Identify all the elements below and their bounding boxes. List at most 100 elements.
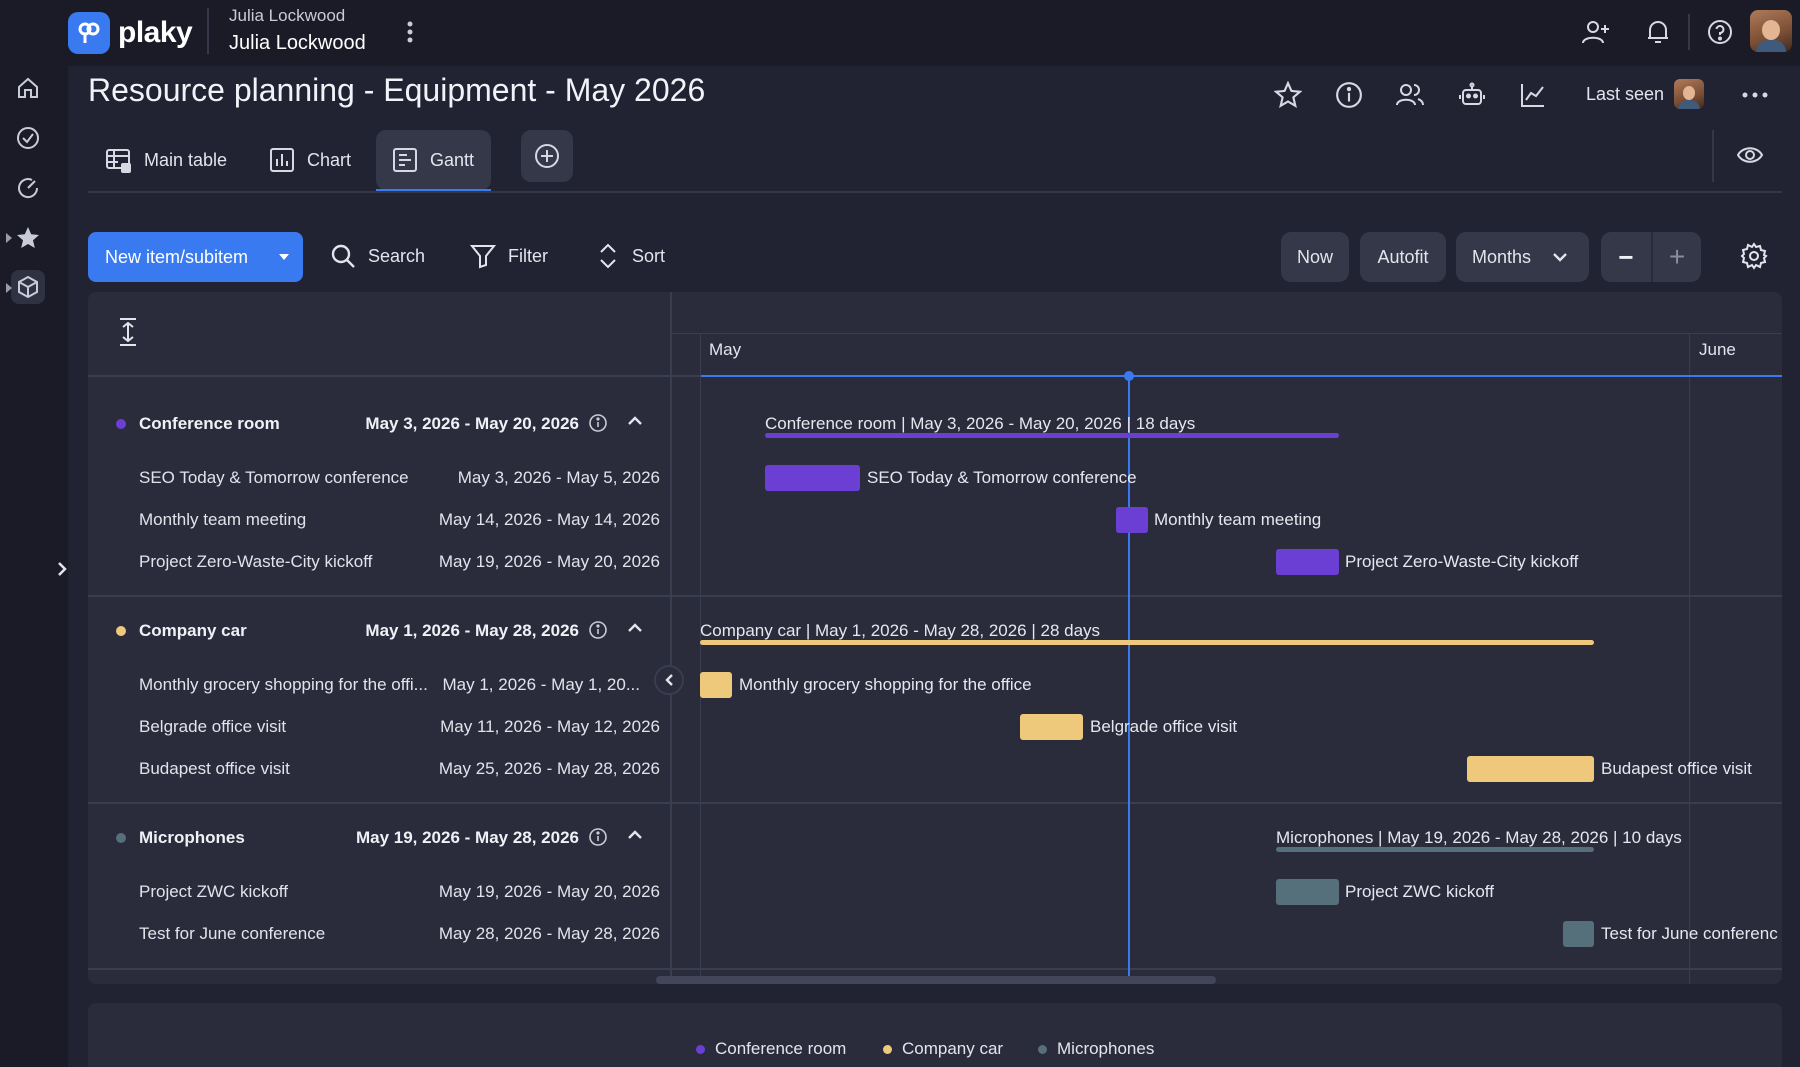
timeline-header-line — [670, 333, 1782, 334]
collapse-left-panel-button[interactable] — [654, 665, 684, 695]
zoom-out-button[interactable]: − — [1601, 232, 1651, 282]
workspace-owner-name[interactable]: Julia Lockwood — [229, 32, 366, 55]
zoom-in-button[interactable]: + — [1653, 232, 1701, 282]
month-grid-line — [700, 333, 701, 984]
collapse-group-chevron-up-icon[interactable] — [627, 623, 643, 633]
gantt-bar-label: Test for June conferenc — [1601, 924, 1778, 943]
legend-item: Conference room — [696, 1039, 846, 1059]
gantt-bar[interactable] — [765, 465, 860, 491]
sort-button[interactable]: Sort — [596, 232, 665, 280]
group-summary-bar[interactable] — [700, 640, 1594, 645]
item-range: May 19, 2026 - May 20, 2026 — [438, 882, 660, 901]
group-summary-bar[interactable] — [1276, 847, 1594, 852]
legend-dot — [696, 1044, 705, 1054]
month-label-may: May — [709, 340, 742, 359]
legend-item: Microphones — [1038, 1039, 1154, 1059]
now-button[interactable]: Now — [1281, 232, 1349, 282]
item-range: May 11, 2026 - May 12, 2026 — [440, 717, 660, 736]
dropdown-caret-icon[interactable] — [265, 253, 303, 261]
tab-label: Main table — [144, 149, 228, 170]
group-divider — [88, 802, 1782, 804]
item-name[interactable]: Project Zero-Waste-City kickoff — [139, 552, 372, 572]
month-label-june: June — [1699, 340, 1736, 359]
invite-user-icon[interactable] — [1578, 14, 1614, 50]
automations-robot-icon[interactable] — [1454, 77, 1490, 113]
time-scale-select[interactable]: Months — [1456, 232, 1589, 282]
activity-chart-icon[interactable] — [1515, 77, 1551, 113]
add-view-button[interactable] — [521, 130, 573, 182]
plaky-logo[interactable]: plaky — [68, 11, 241, 55]
divider — [1712, 130, 1714, 182]
board-members-icon[interactable] — [1392, 77, 1428, 113]
board-info-icon[interactable] — [1331, 77, 1367, 113]
item-name[interactable]: SEO Today & Tomorrow conference — [139, 468, 409, 488]
table-icon — [104, 146, 132, 174]
tabs-divider — [88, 191, 1782, 193]
group-name[interactable]: Conference room — [139, 414, 280, 434]
visibility-eye-icon[interactable] — [1732, 137, 1768, 173]
collapse-group-chevron-up-icon[interactable] — [627, 830, 643, 840]
item-name[interactable]: Budapest office visit — [139, 759, 290, 779]
item-name[interactable]: Monthly grocery shopping for the offi... — [139, 675, 439, 695]
group-color-dot — [116, 833, 126, 843]
legend-label: Company car — [902, 1039, 1004, 1058]
gantt-bar[interactable] — [1276, 549, 1339, 575]
gantt-bar[interactable] — [700, 672, 732, 698]
group-summary-label: Microphones | May 19, 2026 - May 28, 202… — [1276, 828, 1682, 847]
favorites-star-icon[interactable] — [11, 221, 45, 255]
tab-gantt[interactable]: Gantt — [376, 130, 491, 190]
filter-icon — [470, 243, 496, 269]
group-divider — [88, 968, 1782, 970]
gantt-icon — [392, 147, 418, 173]
chevron-down-icon — [1553, 252, 1567, 262]
gantt-bar[interactable] — [1020, 714, 1083, 740]
gantt-bar[interactable] — [1116, 507, 1148, 533]
legend-panel: Conference room Company car Microphones — [88, 1003, 1782, 1067]
last-seen-avatar[interactable] — [1674, 79, 1704, 109]
autofit-button[interactable]: Autofit — [1360, 232, 1446, 282]
info-icon[interactable] — [588, 827, 608, 847]
favorite-star-icon[interactable] — [1270, 77, 1306, 113]
info-icon[interactable] — [588, 620, 608, 640]
more-vertical-icon[interactable] — [400, 18, 420, 46]
workspace-box-icon[interactable] — [11, 270, 45, 304]
gantt-bar-label: Budapest office visit — [1601, 759, 1752, 778]
today-marker-dot — [1124, 371, 1134, 381]
help-icon[interactable] — [1702, 14, 1738, 50]
tab-label: Chart — [307, 149, 352, 170]
group-name[interactable]: Company car — [139, 621, 247, 641]
horizontal-scrollbar[interactable] — [656, 976, 1216, 984]
collapse-all-icon[interactable] — [118, 317, 146, 351]
filter-button[interactable]: Filter — [470, 232, 548, 280]
tab-chart[interactable]: Chart — [253, 130, 367, 190]
item-name[interactable]: Project ZWC kickoff — [139, 882, 288, 902]
filter-label: Filter — [508, 245, 548, 266]
collapse-group-chevron-up-icon[interactable] — [627, 416, 643, 426]
new-item-button[interactable]: New item/subitem — [88, 232, 303, 282]
split-divider[interactable] — [670, 292, 672, 984]
settings-gear-icon[interactable] — [1736, 238, 1772, 274]
legend-dot — [1038, 1044, 1047, 1054]
gantt-bar[interactable] — [1563, 921, 1594, 947]
user-avatar[interactable] — [1750, 10, 1792, 52]
divider — [207, 8, 209, 54]
group-summary-bar[interactable] — [765, 433, 1339, 438]
recent-activity-icon[interactable] — [11, 171, 45, 205]
group-name[interactable]: Microphones — [139, 828, 245, 848]
today-axis-line — [701, 375, 1782, 377]
more-horizontal-icon[interactable] — [1737, 77, 1773, 113]
gantt-bar[interactable] — [1276, 879, 1339, 905]
home-icon[interactable] — [11, 71, 45, 105]
search-button[interactable]: Search — [330, 232, 425, 280]
item-range: May 3, 2026 - May 5, 2026 — [457, 468, 660, 487]
gantt-bar[interactable] — [1467, 756, 1594, 782]
tab-main-table[interactable]: Main table — [88, 130, 243, 190]
tasks-check-icon[interactable] — [11, 121, 45, 155]
tab-label: Gantt — [430, 149, 475, 170]
gantt-bar-label: Belgrade office visit — [1090, 717, 1238, 736]
info-icon[interactable] — [588, 413, 608, 433]
item-name[interactable]: Monthly team meeting — [139, 510, 306, 530]
notifications-bell-icon[interactable] — [1640, 14, 1676, 50]
item-name[interactable]: Belgrade office visit — [139, 717, 286, 737]
item-name[interactable]: Test for June conference — [139, 924, 325, 944]
